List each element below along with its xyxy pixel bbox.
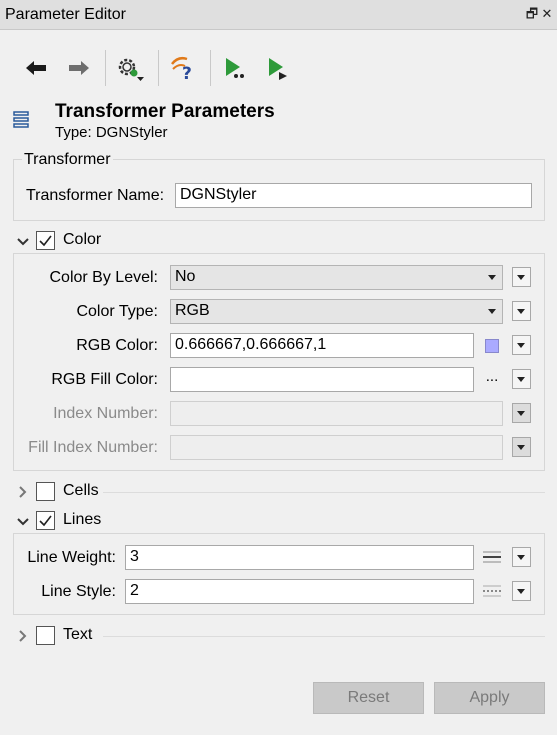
color-by-level-options-button[interactable]	[512, 267, 531, 287]
forward-button[interactable]	[63, 52, 95, 84]
settings-button[interactable]	[114, 52, 146, 84]
color-by-level-value: No	[175, 268, 196, 285]
rgb-color-options-button[interactable]	[512, 335, 531, 355]
svg-text:?: ?	[182, 64, 192, 82]
chevron-down-icon[interactable]	[16, 235, 30, 249]
chevron-down-icon	[517, 275, 525, 280]
line-style-options-button[interactable]	[512, 581, 531, 601]
chevron-down-icon	[517, 555, 525, 560]
lines-group: Line Weight: 3 Line Style: 2	[13, 533, 545, 615]
color-type-label: Color Type:	[76, 303, 158, 320]
run-to-this-icon	[269, 58, 287, 80]
transformer-group: Transformer Transformer Name: DGNStyler	[13, 151, 545, 221]
chevron-down-icon	[517, 343, 525, 348]
index-number-label: Index Number:	[53, 405, 158, 422]
toolbar-separator	[105, 50, 106, 86]
color-type-value: RGB	[175, 302, 210, 319]
chevron-down-icon[interactable]	[16, 515, 30, 529]
toolbar-separator	[210, 50, 211, 86]
rgb-color-input[interactable]: 0.666667,0.666667,1	[170, 333, 474, 358]
line-weight-input[interactable]: 3	[125, 545, 474, 570]
toolbar: ?	[0, 44, 557, 90]
line-weight-options-button[interactable]	[512, 547, 531, 567]
color-type-select[interactable]: RGB	[170, 299, 503, 324]
run-to-this-button[interactable]	[262, 52, 294, 84]
forward-arrow-icon	[69, 61, 89, 75]
browse-button[interactable]: ...	[481, 368, 503, 390]
back-arrow-icon	[26, 61, 46, 75]
check-icon	[39, 515, 52, 527]
chevron-down-icon	[517, 411, 525, 416]
window-title: Parameter Editor	[5, 6, 126, 23]
color-type-options-button[interactable]	[512, 301, 531, 321]
rgb-color-label: RGB Color:	[76, 337, 158, 354]
fill-index-number-label: Fill Index Number:	[28, 439, 158, 456]
rgb-fill-color-options-button[interactable]	[512, 369, 531, 389]
transformer-name-label: Transformer Name:	[26, 187, 165, 204]
run-button[interactable]	[219, 52, 251, 84]
color-swatch	[485, 339, 499, 353]
chevron-down-icon	[517, 445, 525, 450]
toolbar-separator	[158, 50, 159, 86]
check-icon	[39, 235, 52, 247]
color-picker-button[interactable]	[481, 336, 503, 356]
settings-gear-icon	[118, 58, 144, 81]
color-by-level-label: Color By Level:	[49, 269, 159, 286]
transformer-name-input[interactable]: DGNStyler	[175, 183, 532, 208]
chevron-right-icon[interactable]	[16, 629, 30, 643]
page-title: Transformer Parameters	[55, 101, 275, 122]
color-group: Color By Level: No Color Type: RGB RGB C…	[13, 253, 545, 471]
text-section-label: Text	[63, 626, 93, 643]
line-weight-picker-icon[interactable]	[481, 547, 503, 567]
line-style-label: Line Style:	[41, 583, 116, 600]
transformer-parameters-icon	[13, 111, 29, 128]
chevron-right-icon[interactable]	[16, 485, 30, 499]
rgb-fill-color-label: RGB Fill Color:	[51, 371, 158, 388]
color-by-level-select[interactable]: No	[170, 265, 503, 290]
text-section-header: Text	[0, 625, 557, 651]
reset-button[interactable]: Reset	[313, 682, 424, 714]
cells-section-checkbox[interactable]	[36, 482, 55, 501]
title-bar: Parameter Editor 🗗 ✕	[0, 0, 557, 30]
text-section-checkbox[interactable]	[36, 626, 55, 645]
run-icon	[226, 58, 244, 78]
close-window-button[interactable]: ✕	[539, 5, 555, 23]
chevron-down-icon	[517, 377, 525, 382]
back-button[interactable]	[20, 52, 52, 84]
help-button[interactable]: ?	[167, 52, 199, 84]
section-divider	[103, 636, 545, 637]
index-number-input	[170, 401, 503, 426]
apply-button[interactable]: Apply	[434, 682, 545, 714]
color-section-label: Color	[63, 231, 102, 248]
lines-section-label: Lines	[63, 511, 102, 528]
dropdown-arrow-icon	[488, 275, 496, 280]
color-section-checkbox[interactable]	[36, 231, 55, 250]
line-weight-label: Line Weight:	[27, 549, 116, 566]
transformer-type-label: Type: DGNStyler	[55, 124, 168, 141]
fill-index-number-options-button	[512, 437, 531, 457]
section-divider	[103, 492, 545, 493]
help-icon: ?	[171, 56, 192, 82]
chevron-down-icon	[517, 589, 525, 594]
lines-section-checkbox[interactable]	[36, 511, 55, 530]
index-number-options-button	[512, 403, 531, 423]
transformer-group-legend: Transformer	[22, 151, 113, 169]
rgb-fill-color-input[interactable]	[170, 367, 474, 392]
float-window-button[interactable]: 🗗	[524, 5, 540, 23]
line-style-input[interactable]: 2	[125, 579, 474, 604]
dropdown-arrow-icon	[488, 309, 496, 314]
fill-index-number-input	[170, 435, 503, 460]
chevron-down-icon	[517, 309, 525, 314]
cells-section-header: Cells	[0, 481, 557, 507]
line-style-picker-icon[interactable]	[481, 581, 503, 601]
cells-section-label: Cells	[63, 482, 99, 499]
